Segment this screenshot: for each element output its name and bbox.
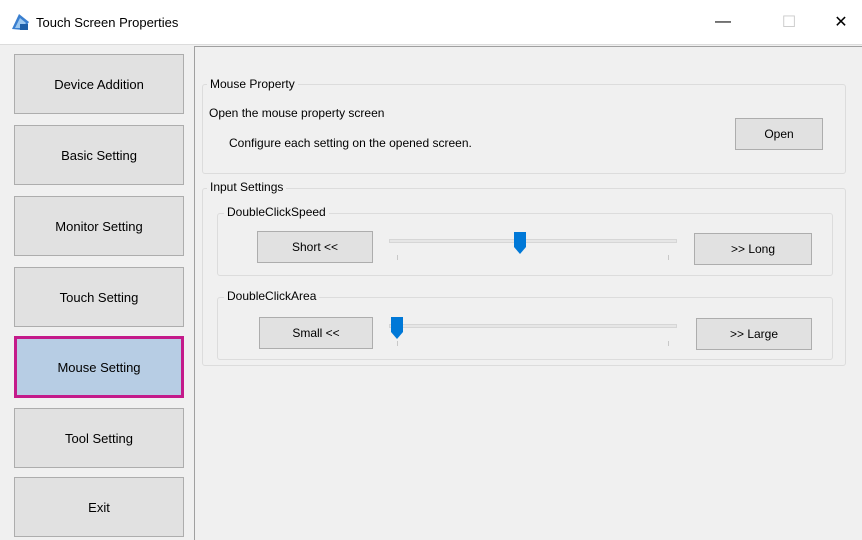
large-button[interactable]: >> Large [696, 318, 812, 350]
mouse-property-description: Open the mouse property screen [209, 106, 385, 120]
window-title: Touch Screen Properties [36, 15, 179, 30]
speed-tick-min [397, 255, 398, 260]
long-button[interactable]: >> Long [694, 233, 812, 265]
tool-setting-button[interactable]: Tool Setting [14, 408, 184, 468]
client-area: Device Addition Basic Setting Monitor Se… [0, 44, 862, 540]
maximize-button[interactable]: ☐ [766, 0, 812, 44]
double-click-speed-label: DoubleClickSpeed [224, 205, 329, 219]
touch-setting-button[interactable]: Touch Setting [14, 267, 184, 327]
touch-screen-properties-window: Touch Screen Properties — ☐ ✕ Device Add… [0, 0, 862, 540]
small-button[interactable]: Small << [259, 317, 373, 349]
mouse-property-label: Mouse Property [207, 77, 298, 91]
double-click-area-slider-thumb[interactable] [391, 317, 403, 339]
mouse-property-instruction: Configure each setting on the opened scr… [229, 136, 472, 150]
area-tick-min [397, 341, 398, 346]
double-click-speed-slider-track[interactable] [389, 239, 677, 243]
exit-button[interactable]: Exit [14, 477, 184, 537]
device-addition-button[interactable]: Device Addition [14, 54, 184, 114]
app-icon [12, 14, 29, 30]
title-bar[interactable]: Touch Screen Properties — ☐ ✕ [0, 0, 862, 44]
double-click-speed-slider-thumb[interactable] [514, 232, 527, 254]
area-tick-max [668, 341, 669, 346]
mouse-setting-button[interactable]: Mouse Setting [14, 336, 184, 398]
mouse-setting-panel: Mouse Property Open the mouse property s… [194, 46, 862, 540]
short-button[interactable]: Short << [257, 231, 373, 263]
minimize-button[interactable]: — [700, 0, 746, 44]
double-click-area-label: DoubleClickArea [224, 289, 320, 303]
double-click-area-slider-track[interactable] [389, 324, 677, 328]
monitor-setting-button[interactable]: Monitor Setting [14, 196, 184, 256]
basic-setting-button[interactable]: Basic Setting [14, 125, 184, 185]
input-settings-label: Input Settings [207, 180, 287, 194]
close-button[interactable]: ✕ [818, 0, 862, 44]
speed-tick-max [668, 255, 669, 260]
open-mouse-property-button[interactable]: Open [735, 118, 823, 150]
